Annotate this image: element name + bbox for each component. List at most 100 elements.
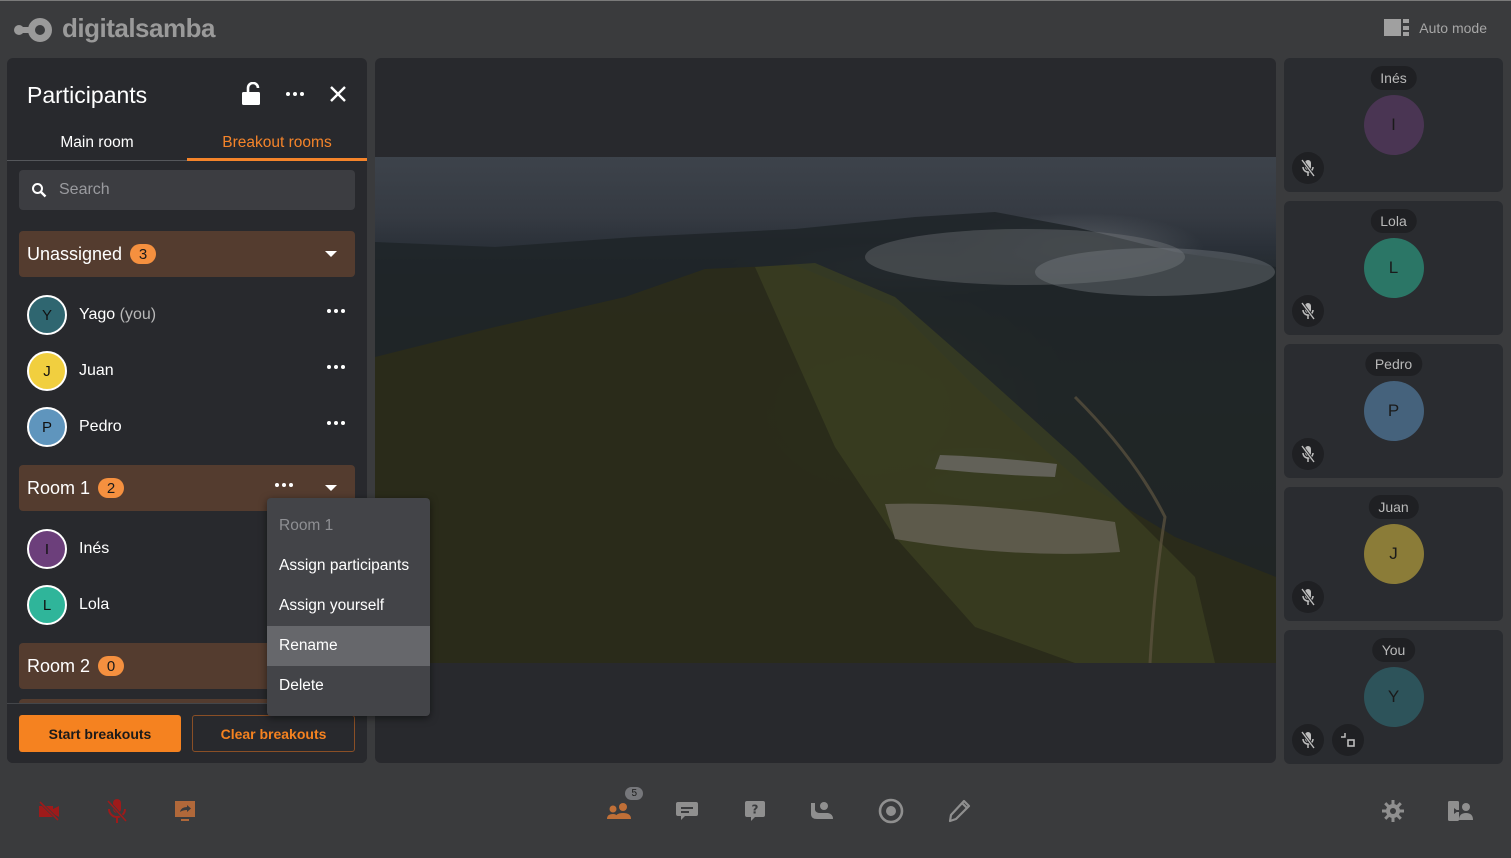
search-input[interactable]	[59, 181, 319, 199]
mic-off-icon	[106, 799, 128, 823]
participant-name: Lola	[79, 596, 110, 613]
presenter-icon	[811, 802, 833, 819]
auto-mode-label: Auto mode	[1419, 19, 1487, 36]
avatar: L	[27, 585, 67, 625]
tile-name: You	[1371, 638, 1416, 662]
group-name: Room 1	[27, 477, 91, 498]
participant-more-button[interactable]	[323, 361, 349, 373]
tile-name: Pedro	[1364, 352, 1423, 376]
mic-off-icon	[1300, 731, 1316, 749]
clear-breakouts-button[interactable]: Clear breakouts	[192, 715, 355, 752]
gear-icon	[1382, 800, 1404, 822]
participant-row: J Juan	[19, 343, 355, 399]
tile-name: Juan	[1368, 495, 1419, 519]
participant-tile[interactable]: Inés I	[1284, 58, 1503, 192]
chevron-down-icon[interactable]	[325, 251, 337, 257]
participant-more-button[interactable]	[323, 417, 349, 429]
auto-mode-button[interactable]: Auto mode	[1384, 19, 1487, 36]
mic-toggle-button[interactable]	[102, 796, 132, 826]
qa-button[interactable]: ?	[740, 796, 770, 826]
logo: digitalsamba	[14, 13, 215, 44]
start-breakouts-button[interactable]: Start breakouts	[19, 715, 181, 752]
menu-item-rename[interactable]: Rename	[267, 626, 430, 666]
share-screen-button[interactable]	[170, 796, 200, 826]
share-screen-icon	[175, 801, 195, 821]
record-icon	[878, 798, 904, 824]
participant-row: Y Yago (you)	[19, 287, 355, 343]
leave-room-button[interactable]	[1446, 796, 1476, 826]
tile-avatar: J	[1363, 524, 1424, 584]
mic-muted-button[interactable]	[1292, 295, 1324, 327]
participant-name: Pedro	[79, 418, 122, 435]
unlock-button[interactable]	[237, 80, 265, 108]
pencil-icon	[948, 799, 971, 823]
shared-video-landscape	[375, 157, 1276, 663]
close-panel-button[interactable]	[324, 80, 352, 108]
logo-text: digitalsamba	[62, 13, 215, 43]
tile-avatar: Y	[1363, 667, 1424, 727]
participants-icon	[607, 803, 631, 819]
room-more-button[interactable]	[271, 479, 297, 491]
unlock-icon	[242, 82, 260, 105]
search-box	[19, 170, 355, 210]
record-button[interactable]	[876, 796, 906, 826]
participant-tile[interactable]: Juan J	[1284, 487, 1503, 621]
app-window: digitalsamba Auto mode Participants Main…	[0, 0, 1511, 858]
main-stage	[375, 58, 1276, 763]
mic-muted-button[interactable]	[1292, 581, 1324, 613]
minimize-icon	[1341, 733, 1355, 747]
chevron-down-icon[interactable]	[325, 485, 337, 491]
participant-tile-self[interactable]: You Y	[1284, 630, 1503, 764]
participants-count-badge: 5	[625, 787, 643, 800]
mic-off-icon	[1300, 588, 1316, 606]
tile-avatar: P	[1363, 381, 1424, 441]
avatar: J	[27, 351, 67, 391]
group-name: Room 2	[27, 655, 91, 676]
tile-avatar: L	[1363, 238, 1424, 298]
chat-icon	[676, 802, 698, 820]
whiteboard-button[interactable]	[944, 796, 974, 826]
mic-muted-button[interactable]	[1292, 152, 1324, 184]
group-count-badge: 2	[98, 478, 125, 498]
question-icon: ?	[745, 801, 765, 821]
participant-name: Yago (you)	[79, 306, 157, 323]
camera-toggle-button[interactable]	[34, 796, 64, 826]
svg-text:?: ?	[752, 803, 759, 817]
panel-more-button[interactable]	[281, 80, 309, 108]
group-header-unassigned[interactable]: Unassigned 3	[19, 231, 355, 277]
minimize-tile-button[interactable]	[1332, 724, 1364, 756]
participant-tile[interactable]: Pedro P	[1284, 344, 1503, 478]
more-icon	[282, 88, 308, 100]
tile-name: Lola	[1370, 209, 1417, 233]
tile-avatar: I	[1363, 95, 1424, 155]
participant-more-button[interactable]	[323, 305, 349, 317]
participant-name: Juan	[79, 362, 114, 379]
logo-mark-icon	[14, 14, 54, 44]
menu-item-assign-participants[interactable]: Assign participants	[267, 546, 430, 586]
menu-item-assign-yourself[interactable]: Assign yourself	[267, 586, 430, 626]
camera-off-icon	[38, 800, 60, 822]
chat-button[interactable]	[672, 796, 702, 826]
room-context-menu: Room 1 Assign participants Assign yourse…	[267, 498, 430, 716]
tab-breakout-rooms[interactable]: Breakout rooms	[187, 128, 367, 161]
panel-tabs: Main room Breakout rooms	[7, 128, 367, 161]
menu-item-delete[interactable]: Delete	[267, 666, 430, 706]
group-count-badge: 3	[130, 244, 157, 264]
participants-button[interactable]: 5	[605, 787, 643, 826]
avatar: P	[27, 407, 67, 447]
mic-muted-button[interactable]	[1292, 438, 1324, 470]
menu-title: Room 1	[279, 517, 334, 534]
tab-main-room[interactable]: Main room	[7, 128, 187, 160]
avatar: Y	[27, 295, 67, 335]
search-icon	[32, 183, 47, 198]
tile-name: Inés	[1370, 66, 1417, 90]
group-count-badge: 0	[98, 656, 125, 676]
participant-tile[interactable]: Lola L	[1284, 201, 1503, 335]
close-icon	[330, 86, 346, 102]
mic-muted-button[interactable]	[1292, 724, 1324, 756]
participant-name: Inés	[79, 540, 110, 557]
settings-button[interactable]	[1378, 796, 1408, 826]
mic-off-icon	[1300, 445, 1316, 463]
raise-hand-button[interactable]	[807, 796, 837, 826]
leave-room-icon	[1448, 801, 1473, 821]
